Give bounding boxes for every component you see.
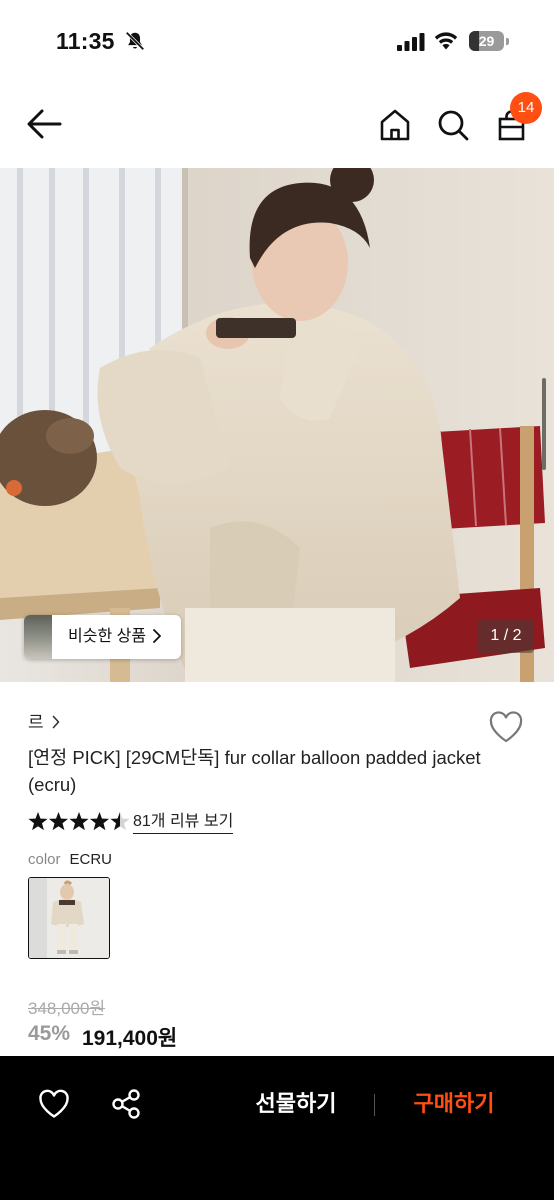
sale-price: 191,400원	[82, 1027, 178, 1050]
product-photo-illustration	[0, 168, 554, 682]
star-filled	[28, 812, 48, 831]
star-filled	[69, 812, 89, 831]
brand-chevron-icon	[52, 715, 60, 729]
color-label: color	[28, 851, 61, 868]
product-title: [연정 PICK] [29CM단독] fur collar balloon pa…	[28, 747, 481, 795]
signal-icon	[397, 33, 425, 51]
battery-icon: 29	[469, 31, 509, 51]
share-icon[interactable]	[110, 1088, 142, 1120]
battery-level: 29	[478, 33, 495, 49]
similar-products-label: 비슷한 상품	[68, 628, 147, 645]
wifi-icon	[434, 32, 458, 50]
star-rating	[28, 812, 130, 831]
color-row: color ECRU	[28, 851, 112, 868]
bottom-action-bar: 선물하기 구매하기	[0, 1056, 554, 1200]
home-icon[interactable]	[378, 108, 412, 142]
chevron-right-icon	[153, 629, 161, 643]
cart-count-badge: 14	[510, 92, 542, 124]
color-option-swatch[interactable]	[28, 877, 110, 959]
star-filled	[48, 812, 69, 831]
star-filled	[89, 812, 110, 831]
status-bar: 11:35 29	[0, 0, 554, 80]
gift-button[interactable]: 선물하기	[236, 1086, 356, 1122]
wishlist-heart-icon[interactable]	[488, 710, 524, 744]
color-value: ECRU	[69, 851, 113, 868]
bar-divider	[374, 1094, 375, 1116]
similar-product-thumbnail	[24, 615, 52, 659]
battery-tip	[506, 38, 509, 45]
buy-button[interactable]: 구매하기	[394, 1086, 514, 1122]
top-nav: 14	[0, 80, 554, 168]
heart-icon[interactable]	[38, 1089, 70, 1119]
back-arrow-icon[interactable]	[24, 106, 64, 142]
review-link[interactable]: 81개 리뷰 보기	[133, 811, 234, 834]
search-icon[interactable]	[436, 108, 470, 142]
original-price: 348,000원	[28, 999, 106, 1018]
status-time: 11:35	[56, 28, 115, 54]
image-scroll-indicator	[542, 378, 546, 470]
brand-link[interactable]: 르	[28, 708, 44, 733]
product-photo[interactable]	[0, 168, 554, 682]
color-swatch-image	[29, 878, 109, 958]
discount-rate: 45%	[28, 1022, 71, 1045]
image-counter: 1 / 2	[478, 619, 534, 653]
bell-slash-icon	[125, 31, 145, 51]
